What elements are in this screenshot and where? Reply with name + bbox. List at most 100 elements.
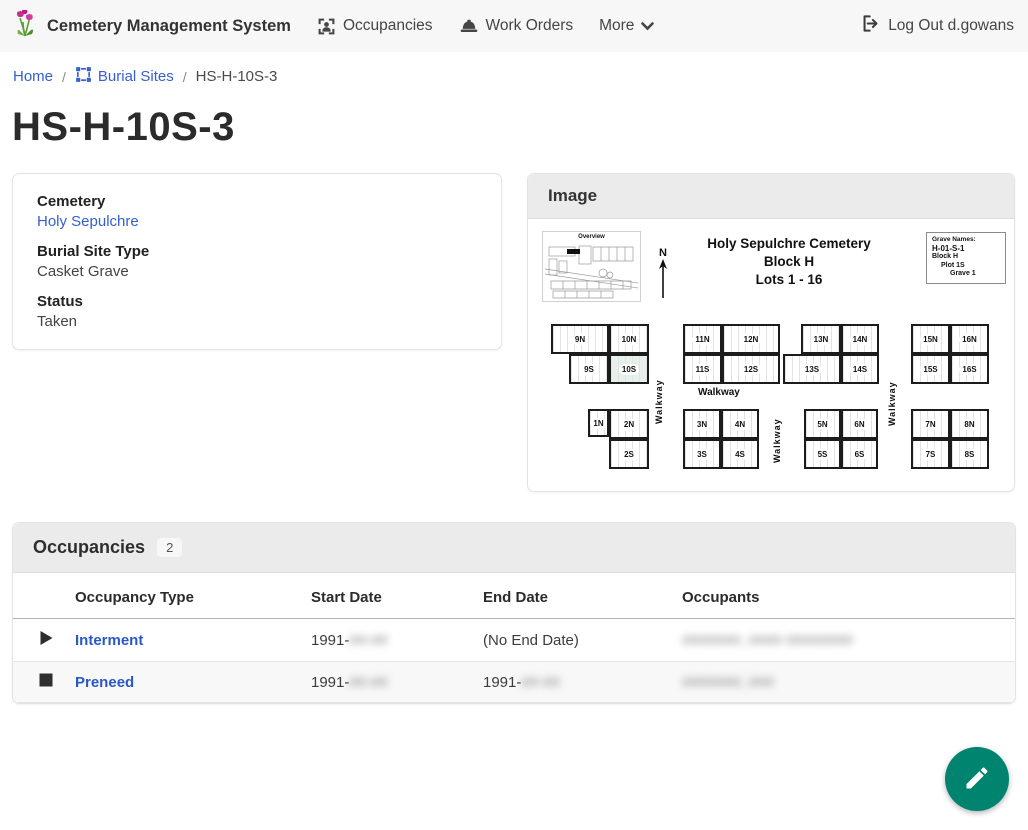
map-lot-7s: 7S <box>911 439 950 469</box>
pencil-icon <box>963 764 991 795</box>
column-occupants: Occupants <box>682 573 1015 619</box>
image-card-header: Image <box>528 174 1014 219</box>
map-title: Holy Sepulchre Cemetery Block H Lots 1 -… <box>684 235 894 289</box>
stop-icon <box>39 674 53 691</box>
map-lot-15s: 15S <box>911 354 950 384</box>
field-label: Burial Site Type <box>37 243 477 260</box>
map-lot-14s: 14S <box>841 354 879 384</box>
cemetery-map-image[interactable]: Overview N <box>528 219 1014 491</box>
breadcrumb-label: Burial Sites <box>98 68 174 85</box>
map-lot-5s: 5S <box>804 439 841 469</box>
field-value: Casket Grave <box>37 263 477 280</box>
map-lot-2n: 2N <box>609 409 649 439</box>
map-overview-inset: Overview <box>542 231 641 302</box>
app-logo-brand[interactable]: Cemetery Management System <box>14 10 291 43</box>
app-title: Cemetery Management System <box>47 17 291 36</box>
map-lot-9n: 9N <box>551 324 609 354</box>
grave-names-legend: Grave Names: H-01-S-1 Block H Plot 1S Gr… <box>926 232 1006 284</box>
field-cemetery: Cemetery Holy Sepulchre <box>37 193 477 230</box>
breadcrumb-separator: / <box>183 69 187 85</box>
occupancies-table: Occupancy Type Start Date End Date Occup… <box>13 573 1015 703</box>
map-overview-label: Overview <box>543 234 640 240</box>
map-lot-7n: 7N <box>911 409 950 439</box>
redacted-occupants: #######, #### ######## <box>682 632 853 649</box>
burial-site-frame-icon <box>75 66 92 87</box>
image-card-title: Image <box>548 186 597 206</box>
north-compass: N <box>656 247 670 304</box>
map-lot-8s: 8S <box>950 439 989 469</box>
status-value: Taken <box>37 313 477 330</box>
table-row: Preneed 1991-##-## 1991-##-## #######, #… <box>13 662 1015 703</box>
map-lot-10n: 10N <box>609 324 649 354</box>
table-row: Interment 1991-##-## (No End Date) #####… <box>13 619 1015 662</box>
walkway-label: Walkway <box>654 374 664 424</box>
person-frame-icon <box>317 17 336 36</box>
redacted-date: ##-## <box>521 674 559 691</box>
map-lot-3n: 3N <box>683 409 721 439</box>
occupancies-title: Occupancies <box>33 537 145 558</box>
redacted-occupants: #######, ### <box>682 674 774 691</box>
map-lot-4s: 4S <box>721 439 759 469</box>
nav-label: Occupancies <box>343 17 433 35</box>
column-occupancy-type: Occupancy Type <box>75 573 311 619</box>
map-lot-16n: 16N <box>950 324 989 354</box>
occupancy-type-link[interactable]: Interment <box>75 632 143 649</box>
redacted-date: ##-## <box>349 674 387 691</box>
image-card: Image Overview <box>527 173 1015 492</box>
logout-icon <box>861 14 880 38</box>
map-lot-15n: 15N <box>911 324 950 354</box>
map-lot-13s: 13S <box>783 354 841 384</box>
field-label: Status <box>37 293 477 310</box>
table-header-row: Occupancy Type Start Date End Date Occup… <box>13 573 1015 619</box>
occupancies-card: Occupancies 2 Occupancy Type Start Date … <box>12 522 1016 704</box>
map-lot-4n: 4N <box>721 409 759 439</box>
map-lot-1n: 1N <box>588 409 609 437</box>
map-lot-2s: 2S <box>609 439 649 469</box>
occupancies-header: Occupancies 2 <box>13 523 1015 573</box>
occupancies-count-badge: 2 <box>157 538 182 557</box>
map-lot-11n: 11N <box>683 324 722 354</box>
field-burial-site-type: Burial Site Type Casket Grave <box>37 243 477 280</box>
nav-item-work-orders[interactable]: Work Orders <box>459 17 574 35</box>
map-lot-14n: 14N <box>841 324 879 354</box>
field-status: Status Taken <box>37 293 477 330</box>
nav-item-more[interactable]: More <box>599 17 654 35</box>
walkway-label: Walkway <box>887 376 897 426</box>
burial-site-details-card: Cemetery Holy Sepulchre Burial Site Type… <box>12 173 502 350</box>
walkway-label: Walkway <box>772 409 782 463</box>
chevron-down-icon <box>641 22 654 31</box>
map-lot-6s: 6S <box>841 439 878 469</box>
nav-label: More <box>599 17 634 35</box>
breadcrumb-current: HS-H-10S-3 <box>196 68 278 85</box>
walkway-label: Walkway <box>698 387 760 398</box>
nav-item-occupancies[interactable]: Occupancies <box>317 17 433 36</box>
logout-label: Log Out d.gowans <box>888 17 1014 35</box>
breadcrumb: Home / Burial Sites / HS-H-10S-3 <box>0 52 1028 87</box>
field-label: Cemetery <box>37 193 477 210</box>
top-navbar: Cemetery Management System Occupancies <box>0 0 1028 52</box>
redacted-date: ##-## <box>349 632 387 649</box>
play-icon <box>39 633 54 650</box>
nav-links: Occupancies Work Orders More <box>317 17 655 36</box>
map-lot-11s: 11S <box>683 354 722 384</box>
cemetery-link[interactable]: Holy Sepulchre <box>37 213 139 230</box>
map-lot-5n: 5N <box>804 409 841 439</box>
column-start-date: Start Date <box>311 573 483 619</box>
map-lot-12n: 12N <box>722 324 780 354</box>
tulip-logo-icon <box>14 10 38 43</box>
map-lot-6n: 6N <box>841 409 878 439</box>
occupancy-type-link[interactable]: Preneed <box>75 674 134 691</box>
map-lot-12s: 12S <box>722 354 780 384</box>
map-lot-16s: 16S <box>950 354 989 384</box>
cards-row: Cemetery Holy Sepulchre Burial Site Type… <box>12 173 1016 492</box>
edit-button[interactable] <box>945 747 1009 811</box>
map-lot-9s: 9S <box>569 354 609 384</box>
logout-button[interactable]: Log Out d.gowans <box>861 14 1014 38</box>
map-lot-10s: 10S <box>609 354 649 384</box>
breadcrumb-burial-sites[interactable]: Burial Sites <box>75 66 174 87</box>
breadcrumb-separator: / <box>62 69 66 85</box>
map-lot-8n: 8N <box>950 409 989 439</box>
breadcrumb-home[interactable]: Home <box>13 68 53 85</box>
map-lot-13n: 13N <box>801 324 841 354</box>
hard-hat-icon <box>459 17 479 35</box>
